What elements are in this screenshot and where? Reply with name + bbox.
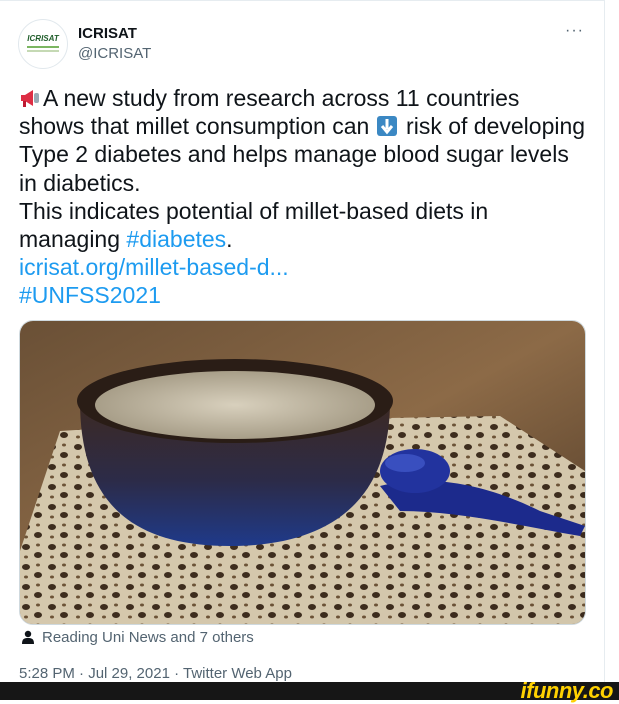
author-handle[interactable]: @ICRISAT	[78, 45, 151, 62]
social-context-text: Reading Uni News and 7 others	[42, 629, 254, 646]
ifunny-watermark: ifunny.co	[520, 678, 614, 703]
millet-porridge-photo	[20, 321, 585, 624]
tweet-paragraph-3: icrisat.org/millet-based-d...	[19, 253, 589, 281]
person-icon	[22, 630, 34, 644]
tweet-photo[interactable]	[19, 320, 586, 625]
tweet-paragraph-4: #UNFSS2021	[19, 281, 589, 309]
author-name[interactable]: ICRISAT	[78, 25, 137, 42]
tweet-line2: This indicates potential of millet-based…	[19, 197, 489, 253]
tweet-text: A new study from research across 11 coun…	[19, 84, 589, 310]
tweet-paragraph-1: A new study from research across 11 coun…	[19, 84, 589, 197]
avatar-logo-line	[27, 50, 59, 52]
tweet-paragraph-2: This indicates potential of millet-based…	[19, 197, 589, 253]
article-link[interactable]: icrisat.org/millet-based-d...	[19, 254, 289, 280]
tweet-card: ICRISAT ICRISAT @ICRISAT ··· A new study…	[0, 0, 605, 700]
megaphone-emoji	[21, 90, 39, 107]
down-arrow-emoji	[376, 116, 397, 137]
top-divider	[0, 0, 604, 1]
hashtag-diabetes[interactable]: #diabetes	[126, 226, 226, 252]
social-context[interactable]: Reading Uni News and 7 others	[22, 629, 254, 646]
avatar-logo-text: ICRISAT	[27, 34, 59, 43]
tweet-timestamp[interactable]: 5:28 PM · Jul 29, 2021 · Twitter Web App	[19, 665, 292, 682]
more-icon[interactable]: ···	[565, 22, 584, 40]
avatar-logo-line	[27, 46, 59, 48]
hashtag-unfss[interactable]: #UNFSS2021	[19, 282, 161, 308]
avatar[interactable]: ICRISAT	[18, 19, 68, 69]
tweet-line2-end: .	[226, 226, 233, 253]
